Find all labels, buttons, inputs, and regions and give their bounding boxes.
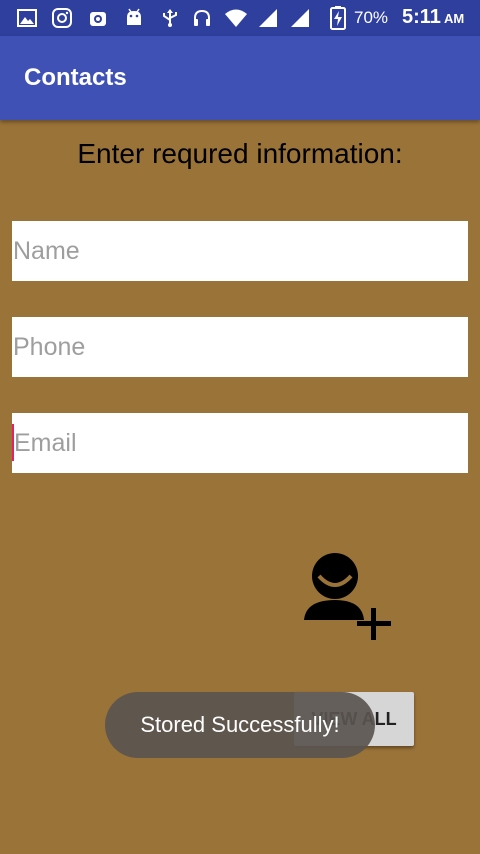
app-title: Contacts <box>24 64 127 91</box>
toast-message: Stored Successfully! <box>105 692 375 758</box>
instagram-notification-icon <box>52 8 72 28</box>
phone-field[interactable] <box>12 317 468 377</box>
clock: 5:11 AM <box>402 6 464 29</box>
signal-strength-icon <box>291 9 309 27</box>
gallery-notification-icon <box>17 9 37 27</box>
add-person-icon <box>304 553 391 640</box>
add-contact-button[interactable] <box>300 550 396 644</box>
form-prompt: Enter requred information: <box>77 138 403 169</box>
battery-charging-icon <box>330 6 346 30</box>
headset-icon <box>194 9 210 26</box>
android-notification-icon <box>127 8 141 25</box>
email-field[interactable] <box>12 413 468 473</box>
signal-strength-icon <box>259 9 277 27</box>
clock-ampm: AM <box>443 11 465 26</box>
app-bar: Contacts <box>0 36 480 120</box>
battery-percent: 70% <box>354 8 389 27</box>
text-cursor <box>12 424 14 461</box>
wifi-icon <box>225 9 247 27</box>
status-bar: 70% 5:11 AM <box>0 0 480 36</box>
usb-icon <box>163 9 177 27</box>
clock-time: 5:11 <box>402 6 441 28</box>
camera-notification-icon <box>90 12 106 26</box>
name-field[interactable] <box>12 221 468 281</box>
